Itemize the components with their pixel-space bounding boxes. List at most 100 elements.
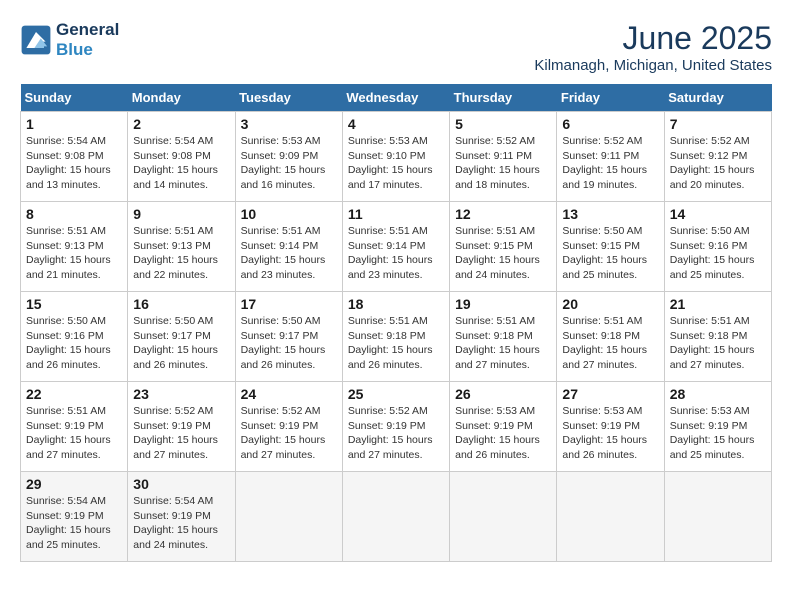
calendar-cell: 30 Sunrise: 5:54 AMSunset: 9:19 PMDaylig…	[128, 472, 235, 562]
calendar-cell: 20 Sunrise: 5:51 AMSunset: 9:18 PMDaylig…	[557, 292, 664, 382]
day-info: Sunrise: 5:52 AMSunset: 9:11 PMDaylight:…	[562, 135, 647, 191]
day-number: 17	[241, 296, 337, 312]
calendar-cell: 5 Sunrise: 5:52 AMSunset: 9:11 PMDayligh…	[450, 112, 557, 202]
day-info: Sunrise: 5:51 AMSunset: 9:13 PMDaylight:…	[26, 225, 111, 281]
day-info: Sunrise: 5:50 AMSunset: 9:15 PMDaylight:…	[562, 225, 647, 281]
header-row: Sunday Monday Tuesday Wednesday Thursday…	[21, 84, 772, 112]
calendar-cell: 15 Sunrise: 5:50 AMSunset: 9:16 PMDaylig…	[21, 292, 128, 382]
calendar-cell: 13 Sunrise: 5:50 AMSunset: 9:15 PMDaylig…	[557, 202, 664, 292]
logo-text: General Blue	[56, 20, 119, 60]
day-info: Sunrise: 5:52 AMSunset: 9:12 PMDaylight:…	[670, 135, 755, 191]
day-info: Sunrise: 5:53 AMSunset: 9:09 PMDaylight:…	[241, 135, 326, 191]
day-number: 15	[26, 296, 122, 312]
day-info: Sunrise: 5:50 AMSunset: 9:17 PMDaylight:…	[241, 315, 326, 371]
day-number: 8	[26, 206, 122, 222]
day-number: 9	[133, 206, 229, 222]
calendar-cell: 7 Sunrise: 5:52 AMSunset: 9:12 PMDayligh…	[664, 112, 771, 202]
calendar-table: Sunday Monday Tuesday Wednesday Thursday…	[20, 84, 772, 562]
week-row-2: 8 Sunrise: 5:51 AMSunset: 9:13 PMDayligh…	[21, 202, 772, 292]
day-number: 2	[133, 116, 229, 132]
day-number: 10	[241, 206, 337, 222]
day-number: 20	[562, 296, 658, 312]
day-number: 7	[670, 116, 766, 132]
day-number: 11	[348, 206, 444, 222]
day-info: Sunrise: 5:53 AMSunset: 9:19 PMDaylight:…	[562, 405, 647, 461]
day-info: Sunrise: 5:51 AMSunset: 9:18 PMDaylight:…	[455, 315, 540, 371]
header-saturday: Saturday	[664, 84, 771, 112]
calendar-cell: 2 Sunrise: 5:54 AMSunset: 9:08 PMDayligh…	[128, 112, 235, 202]
day-info: Sunrise: 5:51 AMSunset: 9:18 PMDaylight:…	[670, 315, 755, 371]
day-info: Sunrise: 5:51 AMSunset: 9:13 PMDaylight:…	[133, 225, 218, 281]
calendar-cell: 29 Sunrise: 5:54 AMSunset: 9:19 PMDaylig…	[21, 472, 128, 562]
calendar-cell: 10 Sunrise: 5:51 AMSunset: 9:14 PMDaylig…	[235, 202, 342, 292]
week-row-5: 29 Sunrise: 5:54 AMSunset: 9:19 PMDaylig…	[21, 472, 772, 562]
day-info: Sunrise: 5:54 AMSunset: 9:19 PMDaylight:…	[26, 495, 111, 551]
day-info: Sunrise: 5:50 AMSunset: 9:17 PMDaylight:…	[133, 315, 218, 371]
day-info: Sunrise: 5:52 AMSunset: 9:19 PMDaylight:…	[133, 405, 218, 461]
day-info: Sunrise: 5:53 AMSunset: 9:10 PMDaylight:…	[348, 135, 433, 191]
day-info: Sunrise: 5:51 AMSunset: 9:14 PMDaylight:…	[348, 225, 433, 281]
day-number: 25	[348, 386, 444, 402]
calendar-cell: 26 Sunrise: 5:53 AMSunset: 9:19 PMDaylig…	[450, 382, 557, 472]
calendar-cell: 9 Sunrise: 5:51 AMSunset: 9:13 PMDayligh…	[128, 202, 235, 292]
day-info: Sunrise: 5:54 AMSunset: 9:08 PMDaylight:…	[133, 135, 218, 191]
day-info: Sunrise: 5:52 AMSunset: 9:19 PMDaylight:…	[241, 405, 326, 461]
header-thursday: Thursday	[450, 84, 557, 112]
day-info: Sunrise: 5:51 AMSunset: 9:18 PMDaylight:…	[348, 315, 433, 371]
header-monday: Monday	[128, 84, 235, 112]
day-number: 22	[26, 386, 122, 402]
day-number: 13	[562, 206, 658, 222]
day-info: Sunrise: 5:51 AMSunset: 9:18 PMDaylight:…	[562, 315, 647, 371]
calendar-subtitle: Kilmanagh, Michigan, United States	[534, 57, 772, 74]
day-number: 27	[562, 386, 658, 402]
page-header: General Blue June 2025 Kilmanagh, Michig…	[20, 20, 772, 74]
logo: General Blue	[20, 20, 119, 60]
week-row-3: 15 Sunrise: 5:50 AMSunset: 9:16 PMDaylig…	[21, 292, 772, 382]
header-tuesday: Tuesday	[235, 84, 342, 112]
calendar-cell: 21 Sunrise: 5:51 AMSunset: 9:18 PMDaylig…	[664, 292, 771, 382]
calendar-cell: 1 Sunrise: 5:54 AMSunset: 9:08 PMDayligh…	[21, 112, 128, 202]
day-number: 14	[670, 206, 766, 222]
day-number: 4	[348, 116, 444, 132]
day-number: 23	[133, 386, 229, 402]
calendar-cell	[235, 472, 342, 562]
day-number: 21	[670, 296, 766, 312]
day-number: 18	[348, 296, 444, 312]
calendar-cell	[450, 472, 557, 562]
day-number: 26	[455, 386, 551, 402]
calendar-cell: 27 Sunrise: 5:53 AMSunset: 9:19 PMDaylig…	[557, 382, 664, 472]
day-number: 6	[562, 116, 658, 132]
calendar-cell	[664, 472, 771, 562]
calendar-cell	[557, 472, 664, 562]
calendar-cell: 6 Sunrise: 5:52 AMSunset: 9:11 PMDayligh…	[557, 112, 664, 202]
calendar-cell: 19 Sunrise: 5:51 AMSunset: 9:18 PMDaylig…	[450, 292, 557, 382]
day-info: Sunrise: 5:51 AMSunset: 9:19 PMDaylight:…	[26, 405, 111, 461]
calendar-title: June 2025	[534, 20, 772, 57]
calendar-cell: 11 Sunrise: 5:51 AMSunset: 9:14 PMDaylig…	[342, 202, 449, 292]
calendar-cell	[342, 472, 449, 562]
calendar-cell: 18 Sunrise: 5:51 AMSunset: 9:18 PMDaylig…	[342, 292, 449, 382]
calendar-cell: 23 Sunrise: 5:52 AMSunset: 9:19 PMDaylig…	[128, 382, 235, 472]
calendar-cell: 25 Sunrise: 5:52 AMSunset: 9:19 PMDaylig…	[342, 382, 449, 472]
day-number: 19	[455, 296, 551, 312]
calendar-cell: 3 Sunrise: 5:53 AMSunset: 9:09 PMDayligh…	[235, 112, 342, 202]
day-info: Sunrise: 5:52 AMSunset: 9:11 PMDaylight:…	[455, 135, 540, 191]
day-number: 1	[26, 116, 122, 132]
header-sunday: Sunday	[21, 84, 128, 112]
logo-icon	[20, 24, 52, 56]
calendar-cell: 12 Sunrise: 5:51 AMSunset: 9:15 PMDaylig…	[450, 202, 557, 292]
calendar-cell: 28 Sunrise: 5:53 AMSunset: 9:19 PMDaylig…	[664, 382, 771, 472]
day-info: Sunrise: 5:50 AMSunset: 9:16 PMDaylight:…	[26, 315, 111, 371]
day-number: 3	[241, 116, 337, 132]
calendar-cell: 14 Sunrise: 5:50 AMSunset: 9:16 PMDaylig…	[664, 202, 771, 292]
calendar-cell: 8 Sunrise: 5:51 AMSunset: 9:13 PMDayligh…	[21, 202, 128, 292]
day-info: Sunrise: 5:52 AMSunset: 9:19 PMDaylight:…	[348, 405, 433, 461]
calendar-cell: 17 Sunrise: 5:50 AMSunset: 9:17 PMDaylig…	[235, 292, 342, 382]
title-block: June 2025 Kilmanagh, Michigan, United St…	[534, 20, 772, 74]
calendar-cell: 16 Sunrise: 5:50 AMSunset: 9:17 PMDaylig…	[128, 292, 235, 382]
day-info: Sunrise: 5:54 AMSunset: 9:08 PMDaylight:…	[26, 135, 111, 191]
day-number: 12	[455, 206, 551, 222]
calendar-cell: 22 Sunrise: 5:51 AMSunset: 9:19 PMDaylig…	[21, 382, 128, 472]
day-info: Sunrise: 5:53 AMSunset: 9:19 PMDaylight:…	[455, 405, 540, 461]
day-info: Sunrise: 5:53 AMSunset: 9:19 PMDaylight:…	[670, 405, 755, 461]
